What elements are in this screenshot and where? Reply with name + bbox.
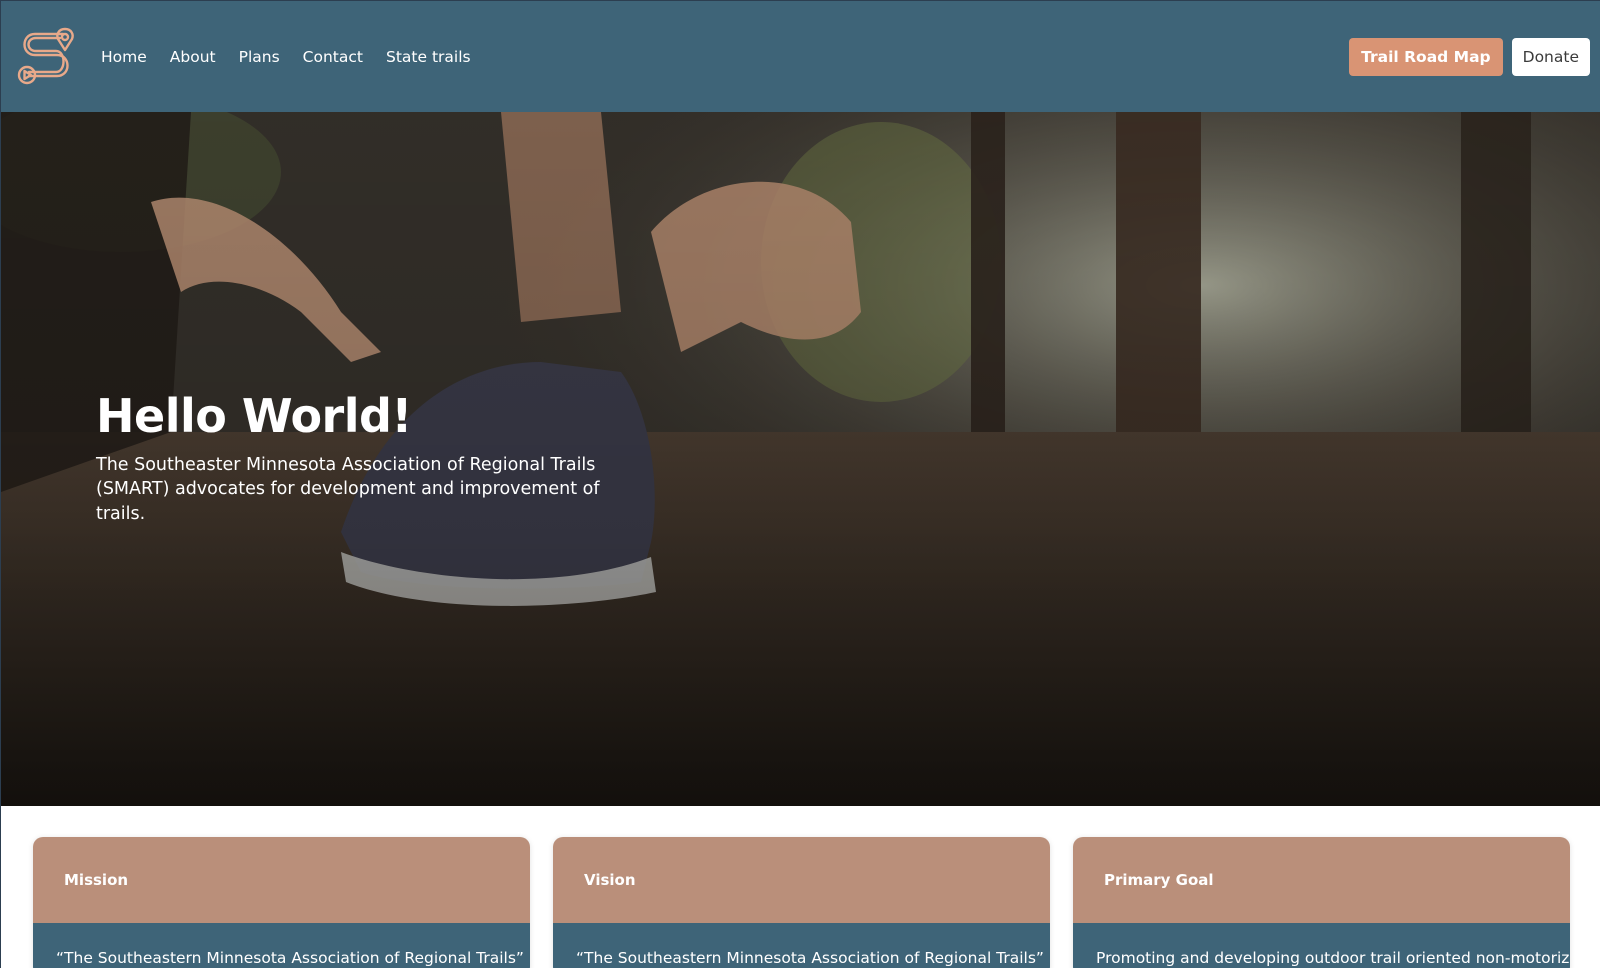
nav-about[interactable]: About bbox=[170, 48, 216, 66]
card-title: Primary Goal bbox=[1073, 837, 1570, 923]
trail-road-map-button[interactable]: Trail Road Map bbox=[1349, 38, 1503, 76]
nav-plans[interactable]: Plans bbox=[239, 48, 280, 66]
hero-subtitle: The Southeaster Minnesota Association of… bbox=[96, 454, 600, 524]
hero-title: Hello World! bbox=[96, 389, 412, 443]
donate-button[interactable]: Donate bbox=[1511, 38, 1590, 76]
info-cards: Mission “The Southeastern Minnesota Asso… bbox=[33, 837, 1571, 968]
hero-text: Hello World! The Southeaster Minnesota A… bbox=[96, 390, 616, 526]
vision-card: Vision “The Southeastern Minnesota Assoc… bbox=[553, 837, 1050, 968]
main-nav: Home About Plans Contact State trails bbox=[101, 48, 494, 66]
card-body: “The Southeastern Minnesota Association … bbox=[553, 923, 1050, 968]
navbar: Home About Plans Contact State trails Tr… bbox=[1, 1, 1600, 112]
hero-banner: Hello World! The Southeaster Minnesota A… bbox=[1, 112, 1600, 806]
mission-card: Mission “The Southeastern Minnesota Asso… bbox=[33, 837, 530, 968]
trail-path-logo-icon[interactable] bbox=[15, 25, 77, 89]
card-body: Promoting and developing outdoor trail o… bbox=[1073, 923, 1570, 968]
card-title: Vision bbox=[553, 837, 1050, 923]
nav-state-trails[interactable]: State trails bbox=[386, 48, 471, 66]
card-body: “The Southeastern Minnesota Association … bbox=[33, 923, 530, 968]
nav-actions: Trail Road Map Donate bbox=[1349, 38, 1590, 76]
card-title: Mission bbox=[33, 837, 530, 923]
nav-contact[interactable]: Contact bbox=[303, 48, 363, 66]
nav-home[interactable]: Home bbox=[101, 48, 147, 66]
primary-goal-card: Primary Goal Promoting and developing ou… bbox=[1073, 837, 1570, 968]
